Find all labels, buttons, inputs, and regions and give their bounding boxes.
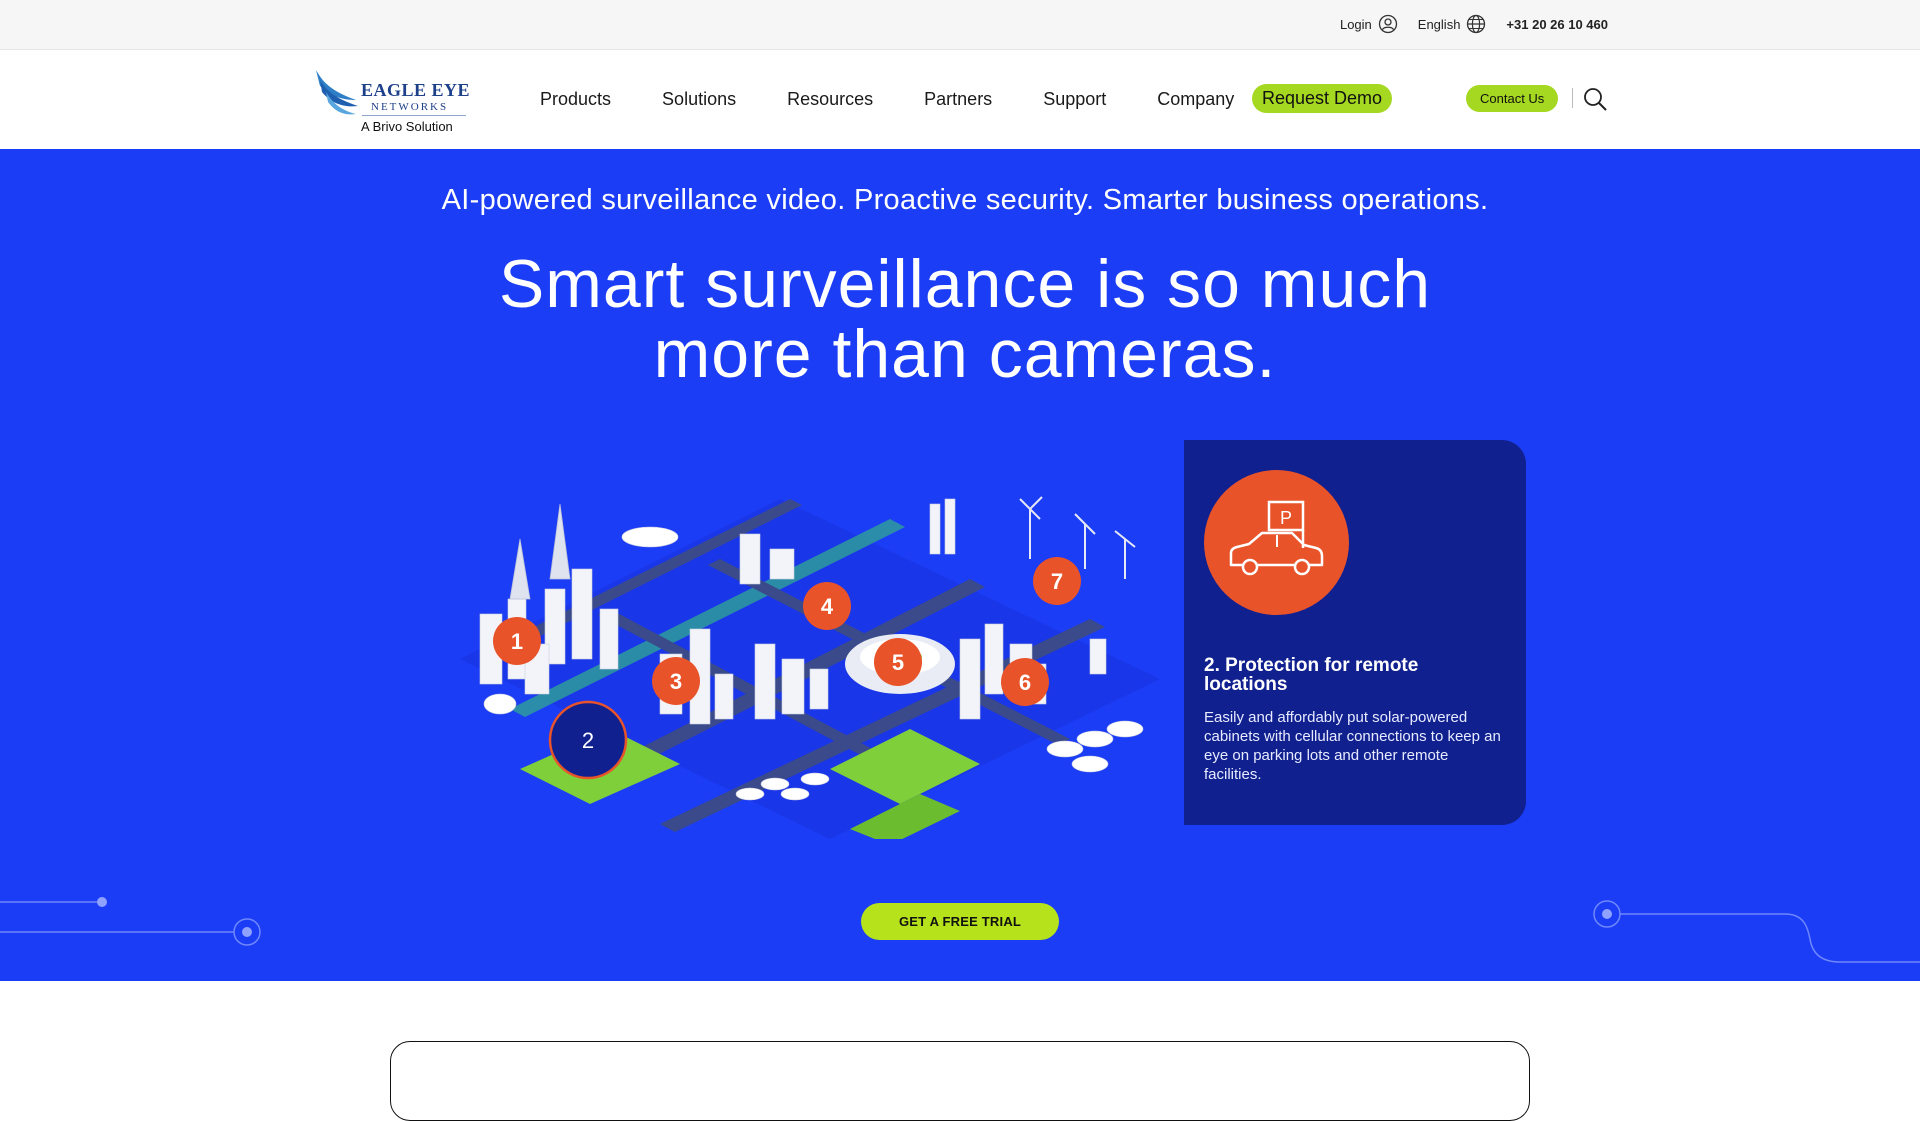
- logo-divider: [362, 115, 466, 116]
- next-section-card: [390, 1041, 1530, 1121]
- logo[interactable]: EAGLE EYE NETWORKS A Brivo Solution: [312, 64, 472, 138]
- language-label: English: [1417, 16, 1461, 32]
- parking-icon-badge: P: [1204, 470, 1349, 615]
- login-label: Login: [1339, 16, 1372, 32]
- logo-tagline: A Brivo Solution: [361, 119, 453, 134]
- marker-5-label: 5: [892, 650, 904, 675]
- free-trial-button[interactable]: GET A FREE TRIAL: [861, 903, 1059, 940]
- marker-7-label: 7: [1051, 569, 1063, 594]
- feature-info-card: P 2. Protection for remote locations Eas…: [1184, 440, 1526, 825]
- utility-links: Login English +31 20 26 10 460: [1340, 0, 1608, 48]
- nav-company[interactable]: Company: [1157, 89, 1234, 110]
- globe-icon: [1467, 14, 1486, 34]
- search-icon[interactable]: [1582, 86, 1608, 112]
- utility-bar: Login English +31 20 26 10 460: [0, 0, 1920, 50]
- marker-2-active[interactable]: 2: [548, 700, 628, 780]
- marker-2-label: 2: [582, 728, 594, 753]
- parking-car-icon: P: [1229, 500, 1324, 576]
- request-demo-button[interactable]: Request Demo: [1252, 84, 1393, 113]
- logo-wordmark: EAGLE EYE: [361, 80, 471, 100]
- nav-products[interactable]: Products: [540, 89, 611, 110]
- hero-section: AI-powered surveillance video. Proactive…: [0, 149, 1920, 981]
- parking-sign-letter: P: [1280, 508, 1292, 528]
- marker-6[interactable]: 6: [1001, 658, 1049, 706]
- nav-resources[interactable]: Resources: [787, 89, 873, 110]
- marker-4-label: 4: [821, 594, 834, 619]
- marker-3-label: 3: [670, 669, 682, 694]
- main-nav: EAGLE EYE NETWORKS A Brivo Solution Prod…: [0, 50, 1920, 149]
- login-link[interactable]: Login: [1340, 14, 1398, 34]
- marker-6-label: 6: [1019, 670, 1031, 695]
- marker-7[interactable]: 7: [1033, 557, 1081, 605]
- marker-1-label: 1: [511, 629, 523, 654]
- nav-solutions[interactable]: Solutions: [662, 89, 736, 110]
- marker-4[interactable]: 4: [803, 582, 851, 630]
- nav-partners[interactable]: Partners: [924, 89, 992, 110]
- contact-us-button[interactable]: Contact Us: [1466, 85, 1559, 112]
- phone-number[interactable]: +31 20 26 10 460: [1506, 17, 1608, 32]
- marker-1[interactable]: 1: [493, 617, 541, 665]
- nav-support[interactable]: Support: [1043, 89, 1106, 110]
- primary-nav-links: Products Solutions Resources Partners Su…: [540, 50, 1234, 149]
- nav-divider: [1572, 88, 1573, 108]
- language-selector[interactable]: English: [1418, 14, 1487, 34]
- logo-subwordmark: NETWORKS: [371, 101, 449, 113]
- card-title: 2. Protection for remote locations: [1204, 655, 1419, 695]
- marker-layer: 1 2 3 4 5 6 7: [493, 557, 1081, 780]
- marker-5[interactable]: 5: [874, 638, 922, 686]
- eagle-wing-icon: [316, 70, 358, 115]
- marker-3[interactable]: 3: [652, 657, 700, 705]
- user-icon: [1378, 14, 1397, 34]
- card-description: Easily and affordably put solar-powered …: [1204, 709, 1501, 783]
